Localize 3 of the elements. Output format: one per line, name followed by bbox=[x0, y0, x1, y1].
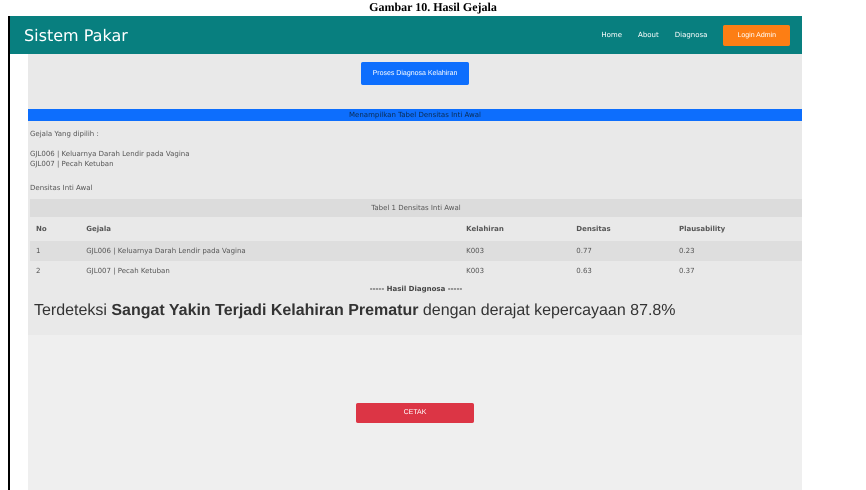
brand-title: Sistem Pakar bbox=[24, 26, 129, 44]
result-text: Terdeteksi Sangat Yakin Terjadi Kelahiran Prematur dengan derajat kepercayaan 87.8% bbox=[33, 301, 677, 321]
figure-caption: Gambar 10. Hasil Gejala bbox=[369, 0, 497, 16]
